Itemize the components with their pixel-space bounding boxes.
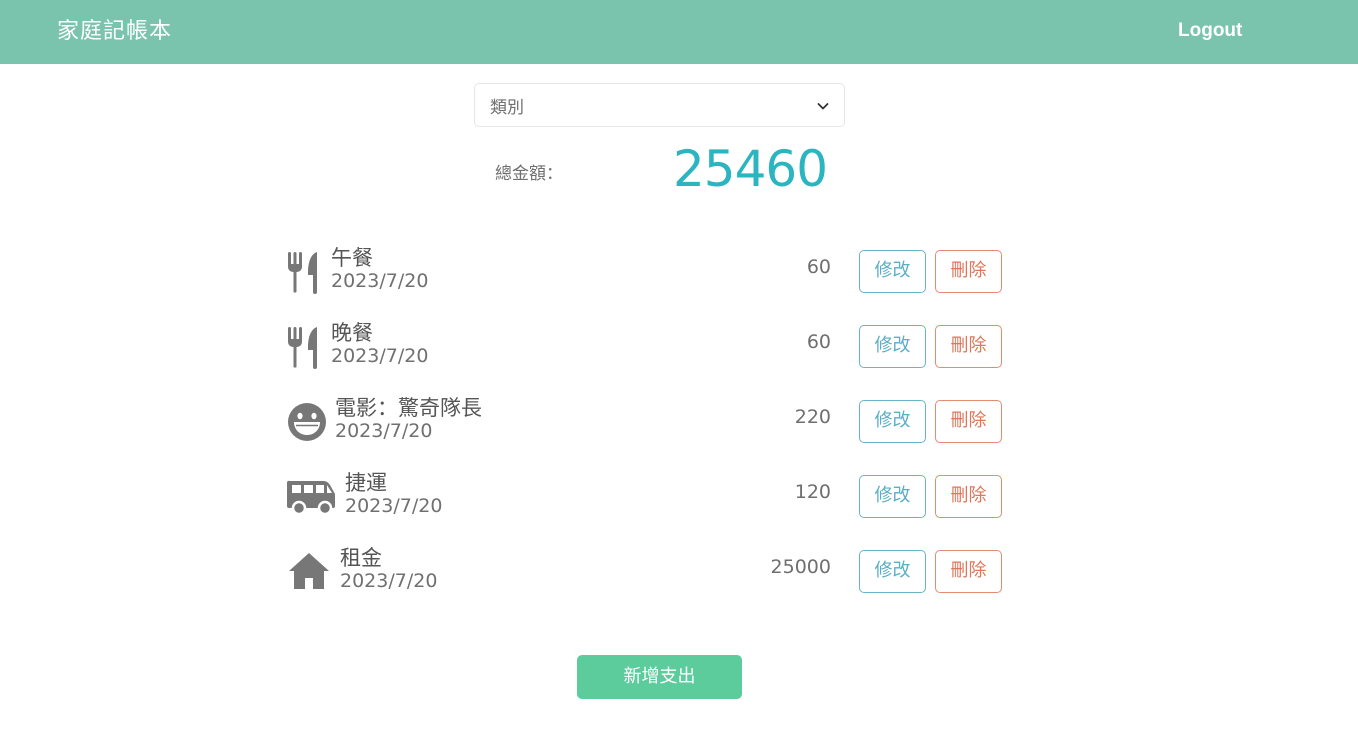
expense-title: 電影：驚奇隊長: [335, 396, 482, 420]
chevron-down-icon: [817, 103, 829, 110]
edit-button[interactable]: 修改: [859, 550, 926, 593]
expense-date: 2023/7/20: [340, 570, 438, 592]
expense-amount: 220: [794, 406, 831, 428]
category-select-value: 類別: [490, 98, 524, 118]
logout-link[interactable]: Logout: [1178, 20, 1242, 42]
utensils-icon: [287, 321, 337, 381]
category-select[interactable]: 類別: [474, 83, 845, 127]
delete-button[interactable]: 刪除: [935, 475, 1002, 518]
delete-button[interactable]: 刪除: [935, 250, 1002, 293]
edit-button[interactable]: 修改: [859, 475, 926, 518]
total-label: 總金額：: [495, 164, 563, 184]
expense-title: 午餐: [331, 246, 373, 270]
expense-date: 2023/7/20: [331, 270, 429, 292]
grin-icon: [287, 396, 337, 456]
add-expense-button[interactable]: 新增支出: [577, 655, 742, 699]
expense-title: 捷運: [345, 471, 387, 495]
expense-row: 租金 2023/7/20 25000 修改 刪除: [287, 546, 1007, 606]
expense-row: 晚餐 2023/7/20 60 修改 刪除: [287, 321, 1007, 381]
expense-date: 2023/7/20: [335, 420, 433, 442]
delete-button[interactable]: 刪除: [935, 550, 1002, 593]
home-icon: [287, 546, 337, 606]
expense-row: 捷運 2023/7/20 120 修改 刪除: [287, 471, 1007, 531]
expense-amount: 60: [806, 331, 831, 353]
edit-button[interactable]: 修改: [859, 325, 926, 368]
navbar: 家庭記帳本 Logout: [0, 0, 1358, 64]
expense-date: 2023/7/20: [345, 495, 443, 517]
utensils-icon: [287, 246, 337, 306]
expense-title: 晚餐: [331, 321, 373, 345]
shuttle-van-icon: [287, 471, 337, 531]
total-amount: 25460: [673, 140, 828, 198]
delete-button[interactable]: 刪除: [935, 400, 1002, 443]
delete-button[interactable]: 刪除: [935, 325, 1002, 368]
expense-row: 電影：驚奇隊長 2023/7/20 220 修改 刪除: [287, 396, 1007, 456]
expense-date: 2023/7/20: [331, 345, 429, 367]
expense-amount: 60: [806, 256, 831, 278]
expense-amount: 120: [794, 481, 831, 503]
expense-title: 租金: [340, 546, 382, 570]
edit-button[interactable]: 修改: [859, 250, 926, 293]
edit-button[interactable]: 修改: [859, 400, 926, 443]
expense-amount: 25000: [770, 556, 831, 578]
brand-title[interactable]: 家庭記帳本: [57, 13, 172, 45]
expense-row: 午餐 2023/7/20 60 修改 刪除: [287, 246, 1007, 306]
